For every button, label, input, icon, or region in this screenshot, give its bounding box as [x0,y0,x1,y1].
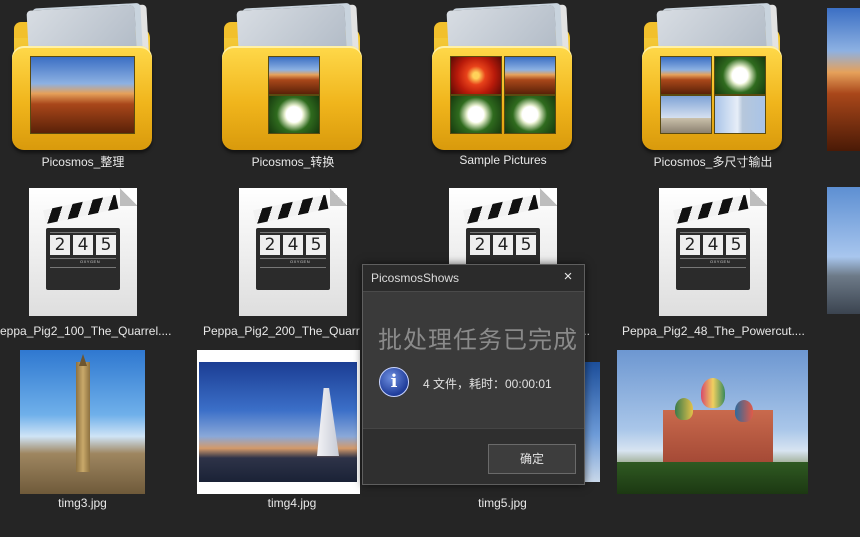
ok-button[interactable]: 确定 [488,444,576,474]
folder-thumbnail [714,95,766,134]
folder-thumbnail [660,95,712,134]
folder-thumbnail [450,56,502,95]
image-thumbnail-st-basils[interactable] [617,350,808,494]
video-file-label: Peppa_Pig2_48_The_Powercut.... [622,324,805,338]
clock-tower-shape [76,362,90,472]
dialog-footer: 确定 [363,428,584,484]
folder-thumbnail [268,56,320,95]
video-file-label: eppa_Pig2_100_The_Quarrel.... [0,324,172,338]
image-thumbnail-burj-al-arab[interactable] [197,350,360,494]
folder-label: Picosmos_转换 [251,155,335,169]
folder-label: Picosmos_多尺寸输出 [653,155,773,169]
folder-label: Sample Pictures [459,153,547,167]
dialog-title: PicosmosShows [371,271,460,285]
close-icon[interactable]: × [560,268,576,286]
folder-thumbnail [268,95,320,134]
dialog-message: 4 文件，耗时：00:00:01 [423,377,552,391]
dialog-title-bar[interactable]: PicosmosShows × [363,265,584,292]
onion-dome-shape [701,378,725,408]
folder-thumbnail [450,95,502,134]
folder-thumbnail [504,56,556,95]
video-file-item[interactable]: 2 4 5 OXYGEN [239,188,347,316]
image-thumbnail-big-ben[interactable] [20,350,145,494]
folder-item[interactable] [642,5,782,150]
image-thumbnail-partial[interactable] [584,362,600,482]
image-label: timg5.jpg [478,496,527,510]
folder-item[interactable] [432,5,572,150]
task-complete-dialog: PicosmosShows × 批处理任务已完成 i 4 文件，耗时：00:00… [362,264,585,485]
folder-thumbnail [660,56,712,95]
folder-thumbnail [30,56,135,134]
video-file-item[interactable]: 2 4 5 OXYGEN [659,188,767,316]
partial-image[interactable] [827,8,860,151]
folder-item[interactable] [222,5,362,150]
folder-item[interactable] [12,5,152,150]
partial-image[interactable] [827,187,860,314]
folder-label: Picosmos_整理 [41,155,125,169]
folder-thumbnail [714,56,766,95]
image-label: timg4.jpg [267,496,317,510]
info-icon: i [379,367,409,397]
video-file-label: Peppa_Pig2_200_The_Quarr [203,324,360,338]
dialog-heading: 批处理任务已完成 [378,327,578,354]
folder-thumbnail [504,95,556,134]
image-label: timg3.jpg [58,496,107,510]
video-file-item[interactable]: 2 4 5 OXYGEN [29,188,137,316]
